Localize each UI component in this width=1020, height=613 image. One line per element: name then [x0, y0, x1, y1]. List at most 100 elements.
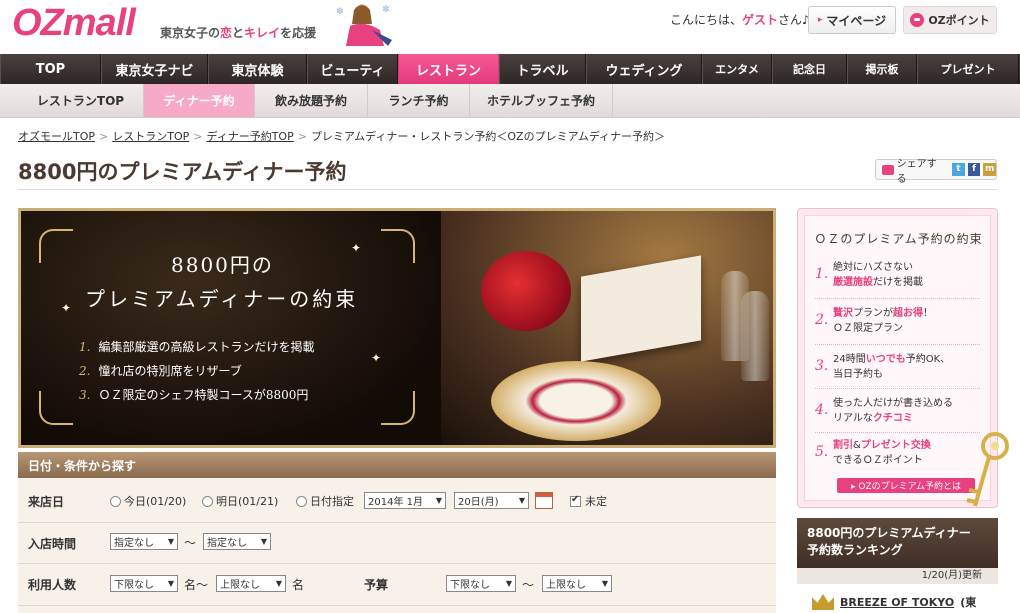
radio-tomorrow[interactable]: 明日(01/21): [202, 493, 278, 509]
ozpoint-label: OZポイント: [928, 14, 990, 27]
people-from-select[interactable]: 下限なし ▼: [110, 575, 178, 592]
radio-circle: [296, 495, 307, 507]
sparkle-icon: ✦: [61, 301, 72, 315]
ranking-item-1: BREEZE OF TOKYO (東: [812, 594, 976, 610]
sparkle-icon: ✦: [351, 241, 362, 255]
greeting-text: こんにちは、ゲストさん♪: [670, 13, 810, 27]
gnav-tokyo-joshi-navi[interactable]: 東京女子ナビ: [101, 54, 208, 84]
breadcrumb-dinner-top[interactable]: ディナー予約TOP: [206, 130, 293, 143]
people-label: 利用人数: [28, 578, 77, 592]
gnav-entame[interactable]: エンタメ: [702, 54, 772, 84]
budget-from-select[interactable]: 下限なし ▼: [446, 575, 516, 592]
breadcrumb: オズモールTOP > レストランTOP > ディナー予約TOP > プレミアムディナー・レス…: [18, 130, 666, 143]
mypage-button[interactable]: ▸ マイページ: [808, 6, 896, 34]
subnav-nomihodai[interactable]: 飲み放題予約: [255, 84, 368, 117]
golden-key-icon: [966, 432, 1009, 507]
subnav-lunch[interactable]: ランチ予約: [368, 84, 470, 117]
svg-text:✽: ✽: [382, 5, 390, 15]
banner-title-line1: 8800円の: [171, 253, 274, 277]
banner-points: 1. 編集部厳選の高級レストランだけを掲載 2. 憧れ店の特別席をリザーブ 3. ＯＺ…: [79, 335, 314, 407]
budget-to-select[interactable]: 上限なし ▼: [542, 575, 612, 592]
share-button[interactable]: シェアする t f m: [875, 159, 997, 185]
banner-title-line2: プレミアムディナーの約束: [85, 287, 359, 311]
people-unit-to: 名: [292, 578, 305, 592]
piggy-bank-icon: [910, 13, 925, 27]
entry-time-from-select[interactable]: 指定なし ▼: [110, 533, 178, 550]
dropdown-arrow-icon: ▼: [601, 579, 608, 588]
search-form: 来店日 今日(01/20) 明日(01/21) 日付指定 2014年 1月 ▼ 2…: [18, 478, 776, 613]
global-nav: TOP 東京女子ナビ 東京体験 ビューティ レストラン トラベル ウェディング …: [0, 54, 1020, 84]
dropdown-arrow-icon: ▼: [167, 537, 174, 546]
twitter-icon[interactable]: t: [952, 163, 965, 176]
banner-point: 3. ＯＺ限定のシェフ特製コースが8800円: [79, 388, 309, 402]
row-divider: [18, 605, 776, 606]
ozmall-logo[interactable]: OZmall: [12, 2, 136, 45]
people-to-select[interactable]: 上限なし ▼: [216, 575, 286, 592]
gnav-kinenbi[interactable]: 記念日: [772, 54, 847, 84]
subnav-hotel-buffet[interactable]: ホテルブッフェ予約: [470, 84, 613, 117]
row-divider: [18, 522, 776, 523]
subnav-restaurant-top[interactable]: レストランTOP: [18, 84, 144, 117]
dropdown-arrow-icon: ▼: [435, 496, 442, 505]
dinner-plate: [491, 361, 661, 441]
day-select[interactable]: 20日(月) ▼: [454, 492, 529, 509]
dotted-divider: [815, 432, 980, 433]
ranking-link-1[interactable]: BREEZE OF TOKYO: [840, 596, 954, 609]
dotted-divider: [815, 388, 980, 389]
entry-time-to-select[interactable]: 指定なし ▼: [203, 533, 271, 550]
gnav-restaurant[interactable]: レストラン: [398, 54, 499, 84]
crown-icon: [812, 594, 834, 610]
radio-circle: [110, 495, 121, 507]
gnav-beauty[interactable]: ビューティ: [307, 54, 398, 84]
arrow-right-icon: ▸: [817, 15, 823, 25]
dropdown-arrow-icon: ▼: [505, 579, 512, 588]
sparkle-icon: ✦: [371, 351, 382, 365]
dropdown-arrow-icon: ▼: [260, 537, 267, 546]
svg-text:✽: ✽: [336, 7, 344, 17]
gnav-keijiban[interactable]: 掲示板: [847, 54, 917, 84]
budget-label: 予算: [364, 578, 389, 592]
gnav-present[interactable]: プレゼント: [917, 54, 1019, 84]
share-label: シェアする: [896, 158, 937, 185]
ozpoint-button[interactable]: OZポイント: [903, 6, 997, 34]
gnav-top[interactable]: TOP: [0, 54, 101, 84]
ornament-corner: [39, 391, 73, 425]
ranking-updated: 1/20(月)更新: [797, 568, 998, 584]
site-header: OZmall 東京女子の恋とキレイを応援 ✽ ✽ こんにちは、ゲストさん♪ ▸ …: [0, 0, 1020, 54]
about-premium-link[interactable]: ▸ OZのプレミアム予約とは: [837, 478, 975, 493]
gnav-wedding[interactable]: ウェディング: [586, 54, 702, 84]
tilde: 〜: [184, 536, 197, 550]
gnav-travel[interactable]: トラベル: [499, 54, 586, 84]
search-heading: 日付・条件から探す: [18, 452, 776, 478]
breadcrumb-ozmall-top[interactable]: オズモールTOP: [18, 130, 95, 143]
year-month-select[interactable]: 2014年 1月 ▼: [364, 492, 446, 509]
promise-title: ＯＺのプレミアム予約の約束: [814, 232, 983, 246]
flower-bouquet: [481, 251, 571, 331]
banner-point: 2. 憧れ店の特別席をリザーブ: [79, 364, 242, 378]
ornament-corner: [39, 229, 73, 263]
undecided-checkbox[interactable]: 未定: [570, 493, 607, 509]
entry-time-label: 入店時間: [28, 537, 77, 551]
page-title: 8800円のプレミアムディナー予約: [18, 160, 347, 184]
mypage-label: マイページ: [826, 13, 887, 28]
calendar-icon[interactable]: [535, 492, 553, 509]
dropdown-arrow-icon: ▼: [518, 496, 525, 505]
tagline: 東京女子の恋とキレイを応援: [160, 26, 317, 40]
gnav-tokyo-taiken[interactable]: 東京体験: [208, 54, 307, 84]
radio-specify-date[interactable]: 日付指定: [296, 493, 354, 509]
dropdown-arrow-icon: ▼: [275, 579, 282, 588]
wine-glass: [741, 291, 769, 381]
dotted-divider: [815, 298, 980, 299]
title-divider: [18, 189, 997, 190]
tilde: 〜: [522, 578, 535, 592]
subnav-dinner[interactable]: ディナー予約: [144, 84, 255, 117]
people-unit-from: 名〜: [184, 578, 209, 592]
mixi-icon[interactable]: m: [983, 163, 996, 176]
dropdown-arrow-icon: ▼: [167, 579, 174, 588]
breadcrumb-restaurant-top[interactable]: レストランTOP: [112, 130, 189, 143]
visit-date-label: 来店日: [28, 495, 65, 509]
radio-today[interactable]: 今日(01/20): [110, 493, 186, 509]
ranking-heading: 8800円のプレミアムディナー 予約数ランキング: [797, 518, 998, 568]
banner-text-panel: ✦ ✦ ✦ 8800円の プレミアムディナーの約束 1. 編集部厳選の高級レストラ…: [21, 211, 441, 445]
facebook-icon[interactable]: f: [967, 163, 981, 176]
